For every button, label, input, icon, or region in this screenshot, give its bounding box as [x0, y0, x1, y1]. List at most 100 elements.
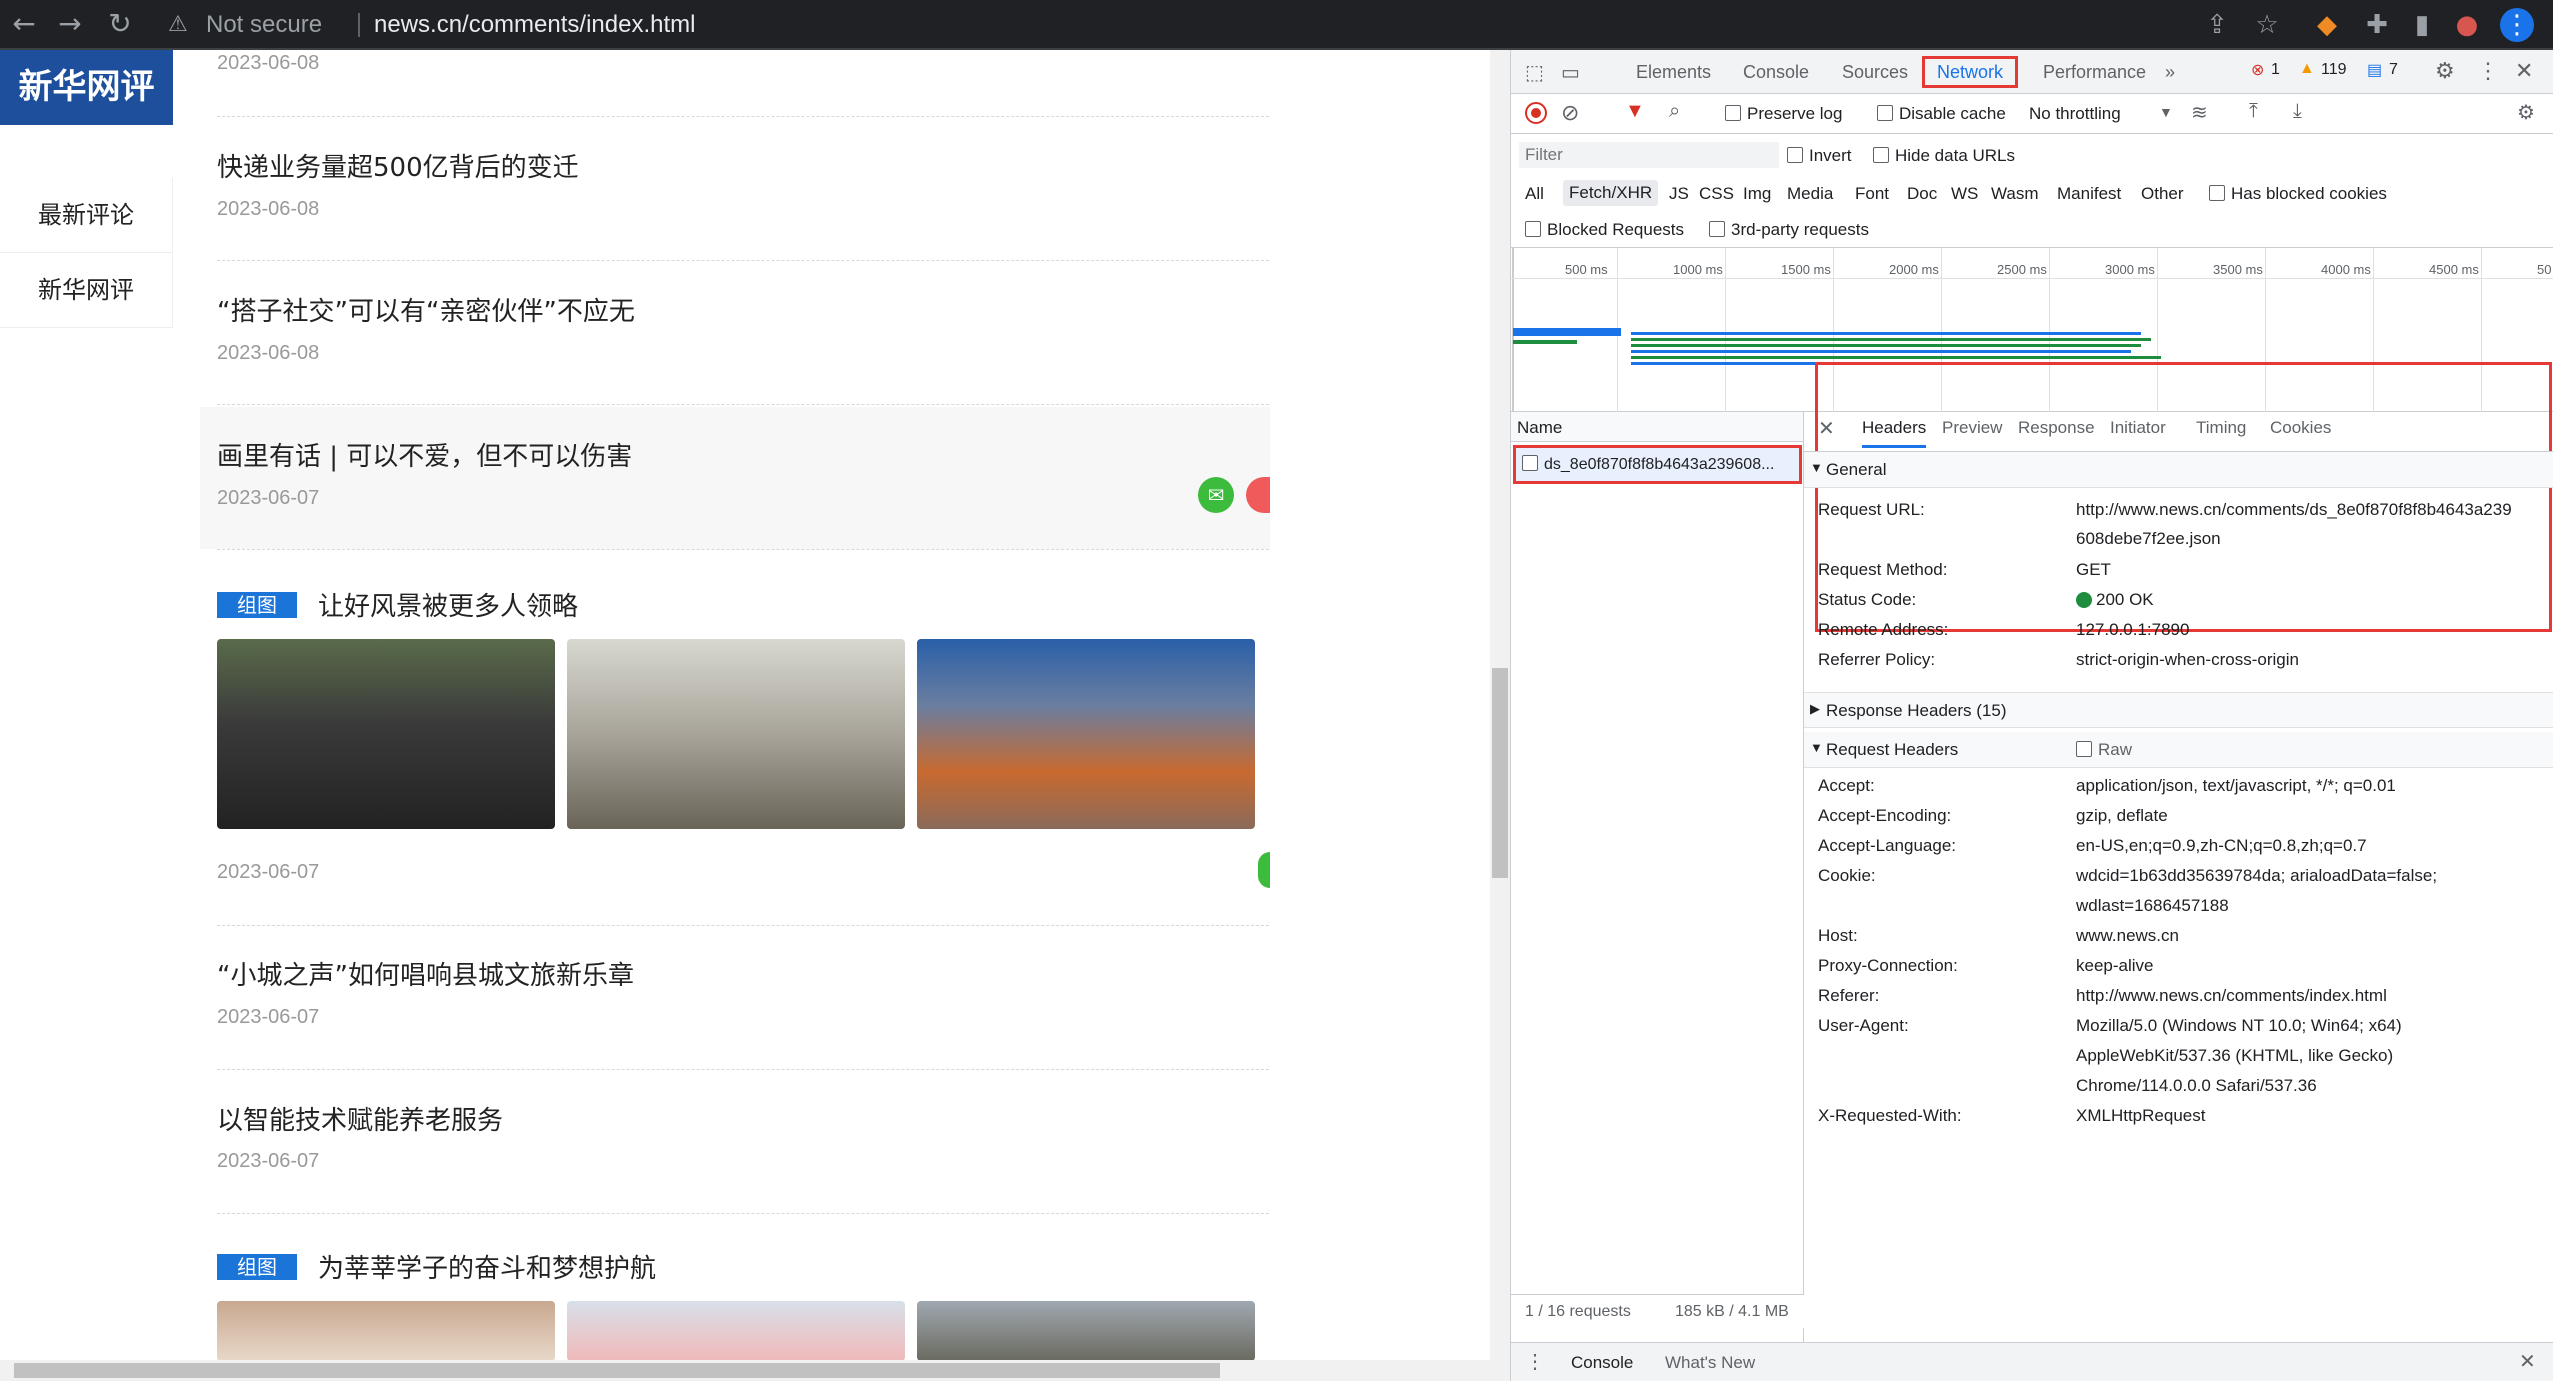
- import-har-icon[interactable]: ⤒: [2249, 100, 2258, 123]
- article-title[interactable]: 画里有话 | 可以不爱，但不可以伤害: [217, 436, 632, 473]
- detail-tab-cookies[interactable]: Cookies: [2270, 418, 2331, 438]
- side-nav-xinhua[interactable]: 新华网评: [0, 253, 173, 328]
- bookmark-star-icon[interactable]: ☆: [2250, 8, 2284, 42]
- address-bar[interactable]: ⚠ Not secure news.cn/comments/index.html: [158, 5, 2538, 45]
- warning-count[interactable]: 119: [2321, 61, 2347, 79]
- error-count[interactable]: 1: [2271, 61, 2280, 79]
- network-conditions-icon[interactable]: ≋: [2191, 100, 2208, 125]
- extensions-icon[interactable]: ✚: [2360, 8, 2394, 42]
- raw-checkbox[interactable]: Raw: [2076, 740, 2132, 760]
- header-key: Referrer Policy:: [1818, 650, 1936, 669]
- type-filter-font[interactable]: Font: [1855, 184, 1889, 204]
- gallery-image[interactable]: [917, 1301, 1255, 1361]
- kebab-menu-icon[interactable]: ⋮: [2477, 58, 2499, 84]
- detail-tab-preview[interactable]: Preview: [1942, 418, 2002, 438]
- detail-tab-timing[interactable]: Timing: [2196, 418, 2246, 438]
- tab-console[interactable]: Console: [1743, 50, 1809, 94]
- message-icon[interactable]: ▤: [2367, 60, 2382, 80]
- network-settings-icon[interactable]: ⚙: [2517, 100, 2535, 125]
- type-filter-all[interactable]: All: [1525, 184, 1544, 204]
- tab-performance[interactable]: Performance: [2043, 50, 2146, 94]
- back-button[interactable]: ←: [6, 6, 42, 42]
- detail-tab-response[interactable]: Response: [2018, 418, 2095, 438]
- profile-avatar-icon[interactable]: ●: [2450, 8, 2484, 42]
- gallery-image[interactable]: [567, 1301, 905, 1361]
- throttling-select[interactable]: No throttling: [2029, 104, 2121, 124]
- name-column-header[interactable]: Name: [1517, 418, 1562, 438]
- gallery-image[interactable]: [217, 1301, 555, 1361]
- has-blocked-cookies-checkbox[interactable]: Has blocked cookies: [2209, 184, 2387, 204]
- article-title[interactable]: “搭子社交”可以有“亲密伙伴”不应无: [217, 291, 635, 328]
- article-title[interactable]: 快递业务量超500亿背后的变迁: [217, 147, 579, 184]
- general-section-header[interactable]: ▼ General: [1804, 452, 2553, 488]
- site-logo[interactable]: 新华网评: [0, 50, 173, 125]
- chevron-down-icon[interactable]: ▼: [2159, 104, 2173, 120]
- type-filter-img[interactable]: Img: [1743, 184, 1771, 204]
- tab-elements[interactable]: Elements: [1636, 50, 1711, 94]
- wechat-share-icon[interactable]: ✉: [1198, 477, 1234, 513]
- gallery-title[interactable]: 为莘莘学子的奋斗和梦想护航: [318, 1248, 656, 1285]
- request-row-selected[interactable]: ds_8e0f870f8f8b4643a239608...: [1513, 445, 1802, 484]
- more-tabs-icon[interactable]: »: [2165, 50, 2175, 94]
- error-icon[interactable]: ⊗: [2251, 60, 2264, 80]
- close-drawer-icon[interactable]: ✕: [2519, 1349, 2536, 1374]
- side-panel-icon[interactable]: ▮: [2405, 8, 2439, 42]
- reload-button[interactable]: ↻: [102, 6, 138, 42]
- close-devtools-icon[interactable]: ✕: [2515, 58, 2533, 84]
- search-icon[interactable]: ⌕: [1669, 100, 1680, 123]
- drawer-tab-console[interactable]: Console: [1571, 1353, 1633, 1373]
- menu-icon[interactable]: ⋮: [2500, 8, 2534, 42]
- gallery-image-hikers[interactable]: [567, 639, 905, 829]
- type-filter-ws[interactable]: WS: [1951, 184, 1978, 204]
- page-scroll-thumb[interactable]: [1492, 668, 1508, 878]
- type-filter-doc[interactable]: Doc: [1907, 184, 1937, 204]
- tab-sources[interactable]: Sources: [1842, 50, 1908, 94]
- extension-fox-icon[interactable]: ◆: [2310, 8, 2344, 42]
- type-filter-css[interactable]: CSS: [1699, 184, 1734, 204]
- detail-tab-headers[interactable]: Headers: [1862, 418, 1927, 448]
- hide-data-urls-checkbox[interactable]: Hide data URLs: [1873, 146, 2015, 166]
- tab-network[interactable]: Network: [1922, 56, 2019, 88]
- type-filter-media[interactable]: Media: [1787, 184, 1833, 204]
- message-count[interactable]: 7: [2389, 61, 2398, 79]
- preserve-log-checkbox[interactable]: Preserve log: [1725, 104, 1842, 124]
- detail-tab-initiator[interactable]: Initiator: [2110, 418, 2166, 438]
- drawer-menu-icon[interactable]: ⋮: [1525, 1349, 1545, 1374]
- request-name[interactable]: ds_8e0f870f8f8b4643a239608...: [1522, 455, 1794, 474]
- inspect-icon[interactable]: ⬚: [1525, 60, 1544, 85]
- settings-gear-icon[interactable]: ⚙: [2435, 58, 2455, 84]
- third-party-checkbox[interactable]: 3rd-party requests: [1709, 220, 1869, 240]
- disable-cache-checkbox[interactable]: Disable cache: [1877, 104, 2006, 124]
- close-detail-icon[interactable]: ✕: [1818, 416, 1835, 441]
- filter-funnel-icon[interactable]: ▼: [1625, 100, 1645, 123]
- gallery-image-street[interactable]: [917, 639, 1255, 829]
- share-icon[interactable]: [1258, 852, 1270, 888]
- warning-icon[interactable]: ▲: [2299, 60, 2315, 78]
- forward-button[interactable]: →: [52, 6, 88, 42]
- page-horizontal-scroll-thumb[interactable]: [14, 1363, 1220, 1378]
- article-title[interactable]: “小城之声”如何唱响县城文旅新乐章: [217, 955, 634, 992]
- device-toolbar-icon[interactable]: ▭: [1561, 60, 1580, 85]
- type-filter-other[interactable]: Other: [2141, 184, 2184, 204]
- gallery-title[interactable]: 让好风景被更多人领略: [318, 586, 578, 623]
- drawer-tab-whats-new[interactable]: What's New: [1665, 1353, 1755, 1373]
- gallery-image-crowd[interactable]: [217, 639, 555, 829]
- export-har-icon[interactable]: ⤓: [2293, 100, 2302, 123]
- record-icon[interactable]: [1525, 102, 1547, 124]
- filter-input[interactable]: [1519, 142, 1779, 168]
- article-title[interactable]: 以智能技术赋能养老服务: [217, 1100, 503, 1137]
- invert-checkbox[interactable]: Invert: [1787, 146, 1852, 166]
- side-nav-latest[interactable]: 最新评论: [0, 178, 173, 253]
- timeline-tick: 1500 ms: [1781, 262, 1831, 277]
- request-headers-section[interactable]: ▼ Request Headers Raw: [1804, 732, 2553, 768]
- blocked-requests-checkbox[interactable]: Blocked Requests: [1525, 220, 1684, 240]
- type-filter-fetch-xhr[interactable]: Fetch/XHR: [1563, 180, 1659, 206]
- url-text[interactable]: news.cn/comments/index.html: [374, 5, 695, 45]
- divider: [217, 925, 1269, 926]
- clear-icon[interactable]: ⊘: [1561, 100, 1579, 126]
- type-filter-wasm[interactable]: Wasm: [1991, 184, 2039, 204]
- type-filter-js[interactable]: JS: [1669, 184, 1689, 204]
- share-icon[interactable]: ⇪: [2200, 8, 2234, 42]
- type-filter-manifest[interactable]: Manifest: [2057, 184, 2121, 204]
- response-headers-section[interactable]: ▶ Response Headers (15): [1804, 692, 2553, 728]
